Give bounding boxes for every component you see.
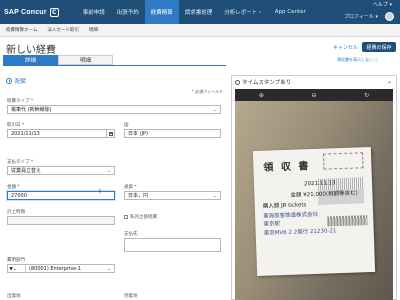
sap-concur-logo[interactable]: SAP Concur C (4, 5, 59, 19)
profile-menu[interactable]: プロフィール ▾ (344, 13, 378, 20)
zoom-out-icon[interactable]: ⊖ (311, 92, 316, 99)
receipt-issuer: 東海旅客鉄道株式会社 (263, 211, 319, 220)
currency-select[interactable]: 日本，円 ⌄ (124, 191, 221, 200)
receipt-id: 東京MV6 2 2発行 21230-21 (263, 228, 337, 237)
receipt-ticket: 購入額 JR tickets (262, 202, 307, 210)
cost-center-field[interactable]: ▼⌄ (80001) Enterprise-1 ⌄ (7, 264, 115, 273)
receipt-panel-header[interactable]: タイムスタンプあり (232, 76, 396, 88)
date-value: 2021/11/13 (11, 130, 40, 137)
text-cursor-icon: I (99, 188, 101, 195)
currency-label: 通貨 * (124, 185, 137, 190)
nav-app-center[interactable]: App Center (269, 0, 312, 24)
sub-nav-bar: 経費精算ホーム 法人カード取引 明細 (0, 24, 400, 37)
calendar-icon[interactable] (106, 130, 114, 137)
expense-type-label: 経費タイプ * (7, 99, 34, 104)
hide-receipt-link[interactable]: 領収書を表示しない ◻ (337, 57, 378, 63)
chevron-down-icon: ⌄ (106, 168, 111, 174)
chevron-down-icon: ⌄ (106, 266, 111, 272)
calc-field (7, 216, 115, 225)
allocate-link[interactable]: 配賦 (6, 77, 26, 85)
receipt-paper: 領 収 書 2021.11.13 金額 ¥21,000(税額等含む) 購入額 J… (252, 146, 376, 277)
country-label: 国 (124, 123, 129, 128)
chevron-down-icon[interactable]: ⌄ (387, 78, 392, 85)
tab-details[interactable]: 詳細 (3, 55, 58, 65)
nav-expense[interactable]: 経費精算 (144, 0, 179, 24)
tab-itemization[interactable]: 明細 (58, 55, 113, 65)
personal-expense-checkbox[interactable] (124, 215, 128, 219)
zoom-in-icon[interactable]: ⊕ (259, 92, 264, 99)
save-expense-button[interactable]: 経費の保存 (362, 42, 396, 52)
arrival-label: 到着地 (124, 294, 138, 299)
image-toolbar: ⊕ ⊖ ↻ (235, 89, 393, 101)
help-menu[interactable]: ヘルプ ▾ (373, 1, 392, 8)
allocate-label: 配賦 (15, 79, 27, 85)
date-field[interactable]: 2021/11/13 (7, 129, 115, 138)
filter-icon[interactable]: ▼⌄ (9, 266, 17, 272)
receipt-panel: タイムスタンプあり ⌄ ⊕ ⊖ ↻ 領 収 書 2021.11.13 金額 ¥2… (231, 75, 397, 300)
calc-label: 計上時期 (7, 210, 25, 215)
expense-type-select[interactable]: 電車代 (新幹線除) ⌄ (7, 105, 221, 114)
receipt-barcode (327, 215, 368, 227)
required-note: * 必須フィールド (191, 89, 223, 94)
country-value: 日本 (JP) (128, 131, 148, 137)
amount-label: 金額 * (7, 185, 20, 190)
country-field[interactable]: 日本 (JP) (124, 129, 221, 138)
page-title: 新しい経費 (6, 45, 56, 56)
nav-pre-approval[interactable]: 事前申請 (77, 0, 111, 24)
logo-mark: C (49, 7, 59, 17)
expense-form: 配賦 * 必須フィールド 経費タイプ * 電車代 (新幹線除) ⌄ 取引日 * … (3, 66, 226, 300)
subnav-card-transactions[interactable]: 法人カード取引 (42, 27, 84, 33)
receipt-title: 領 収 書 (263, 161, 311, 174)
payment-type-select[interactable]: 従業員立替え ⌄ (7, 166, 115, 175)
subnav-details[interactable]: 明細 (84, 27, 103, 33)
amount-value: 27000 (11, 192, 27, 199)
nav-travel[interactable]: 出張予約 (111, 0, 145, 24)
payment-type-value: 従業員立替え (11, 168, 42, 174)
logo-text: SAP Concur (4, 8, 47, 16)
chevron-down-icon: ⌄ (212, 193, 217, 199)
expense-type-value: 電車代 (新幹線除) (11, 107, 52, 113)
departure-label: 出発地 (7, 294, 21, 299)
receipt-place: 東京駅 (263, 221, 281, 228)
payee-field[interactable] (124, 238, 221, 252)
tab-bar: 詳細 明細 (3, 55, 113, 65)
top-nav-bar: SAP Concur C 事前申請 出張予約 経費精算 請求書処理 分析レポート… (0, 0, 400, 24)
nav-reporting[interactable]: 分析レポート・ (218, 0, 269, 24)
payment-type-label: 支払タイプ * (7, 160, 34, 165)
personal-expense-label: 私的立替経費 (130, 215, 157, 220)
avatar[interactable] (385, 12, 394, 21)
receipt-image: 領 収 書 2021.11.13 金額 ¥21,000(税額等含む) 購入額 J… (235, 101, 393, 300)
date-label: 取引日 * (7, 123, 25, 128)
subnav-expense-home[interactable]: 経費精算ホーム (0, 27, 42, 33)
field-divider (25, 264, 26, 273)
rotate-icon[interactable]: ↻ (364, 92, 369, 99)
chevron-down-icon: ⌄ (212, 107, 217, 113)
allocate-icon (6, 78, 12, 84)
payee-label: 支払先 (124, 232, 138, 237)
receipt-stamp (322, 152, 364, 170)
nav-invoice[interactable]: 請求書処理 (179, 0, 219, 24)
cost-center-value: (80001) Enterprise-1 (29, 265, 82, 272)
receipt-date: 2021.11.13 (303, 180, 336, 188)
cancel-button[interactable]: キャンセル (333, 44, 358, 51)
receipt-panel-title: タイムスタンプあり (242, 80, 292, 86)
cost-center-label: 費用部門 (7, 258, 25, 263)
currency-value: 日本，円 (128, 193, 149, 199)
timestamp-icon (235, 79, 240, 85)
